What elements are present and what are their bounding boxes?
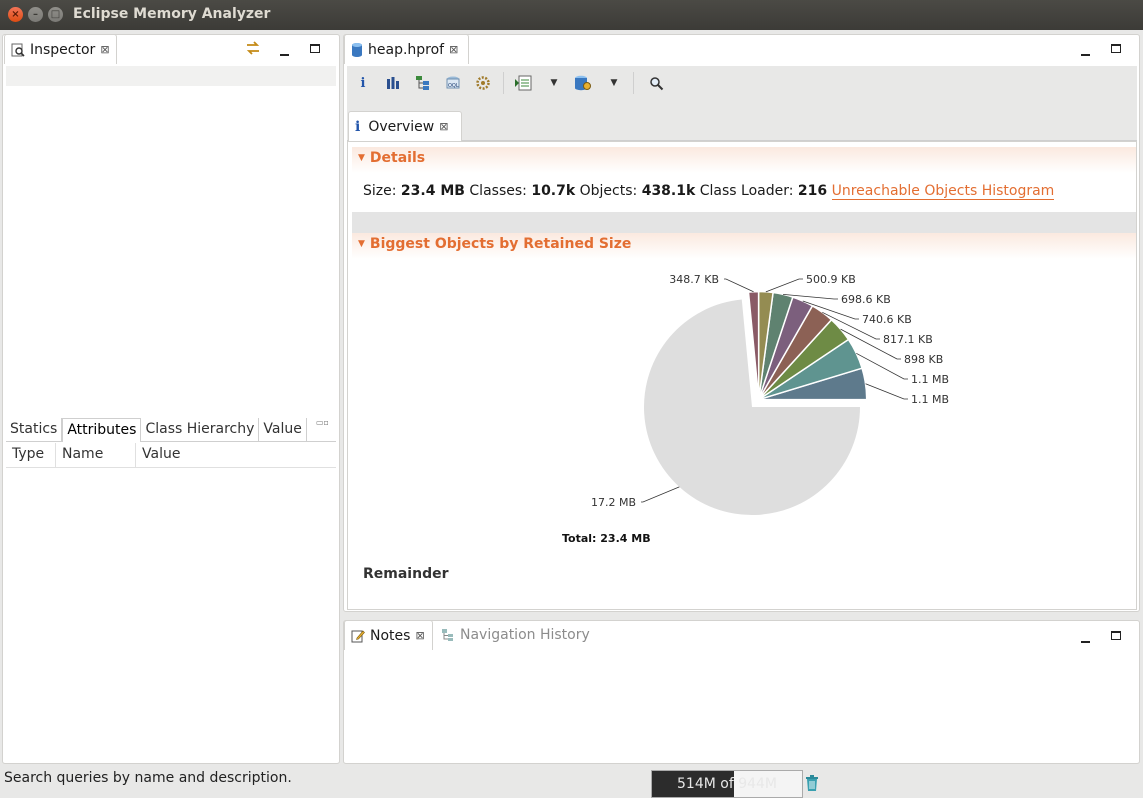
- pie-slice-label: 17.2 MB: [591, 496, 636, 509]
- dominator-tree-icon[interactable]: [414, 74, 432, 92]
- inspector-subtabs: Statics Attributes Class Hierarchy Value: [6, 418, 336, 442]
- toolbar-separator: [633, 72, 634, 94]
- column-header-name[interactable]: Name: [56, 443, 136, 467]
- dropdown-arrow-icon[interactable]: ▼: [545, 74, 563, 92]
- details-summary: Size: 23.4 MB Classes: 10.7k Objects: 43…: [363, 183, 1055, 200]
- notes-text-area[interactable]: [345, 651, 1138, 762]
- minimize-editor-button[interactable]: [1081, 45, 1090, 59]
- toolbar-separator: [503, 72, 504, 94]
- navigation-history-icon: [442, 629, 453, 641]
- classes-value: 10.7k: [531, 183, 576, 199]
- pie-slice[interactable]: [747, 290, 760, 400]
- search-icon[interactable]: [647, 74, 665, 92]
- class-loader-label: Class Loader:: [699, 183, 794, 199]
- info-icon[interactable]: i: [354, 74, 372, 92]
- subtab-attributes[interactable]: Attributes: [62, 418, 142, 442]
- heap-usage-label: 514M of 944M: [677, 776, 777, 792]
- size-label: Size:: [363, 183, 397, 199]
- column-header-type[interactable]: Type: [6, 443, 56, 467]
- tab-notes-label: Notes: [370, 627, 411, 644]
- expand-arrow-icon: ▼: [358, 239, 365, 249]
- maximize-window-button[interactable]: □: [48, 7, 63, 22]
- maximize-editor-button[interactable]: [1111, 42, 1121, 56]
- close-tab-icon[interactable]: ⊠: [449, 43, 458, 56]
- biggest-objects-header-label: Biggest Objects by Retained Size: [369, 236, 632, 252]
- thread-overview-icon[interactable]: [474, 74, 492, 92]
- query-browser-icon[interactable]: [574, 74, 592, 92]
- oql-icon[interactable]: OQL: [444, 74, 462, 92]
- tab-inspector[interactable]: Inspector ⊠: [4, 34, 117, 64]
- window-title: Eclipse Memory Analyzer: [73, 6, 271, 22]
- pie-slice-label: 348.7 KB: [669, 273, 719, 286]
- pie-leader-line: [641, 486, 680, 503]
- reports-icon[interactable]: [514, 74, 532, 92]
- pie-leader-line: [724, 278, 754, 293]
- pie-slice-label: 898 KB: [904, 353, 943, 366]
- section-divider: [352, 212, 1136, 233]
- pie-slice-label: 500.9 KB: [806, 273, 856, 286]
- minimize-view-button[interactable]: [280, 45, 289, 59]
- pie-leader-line: [865, 383, 908, 400]
- pie-slice-label: 1.1 MB: [911, 393, 949, 406]
- close-tab-icon[interactable]: ⊠: [439, 120, 448, 133]
- pie-slice-label: 1.1 MB: [911, 373, 949, 386]
- link-with-editor-icon[interactable]: [245, 40, 261, 56]
- title-bar: × – □ Eclipse Memory Analyzer: [0, 0, 1143, 30]
- remainder-label: Remainder: [363, 566, 449, 582]
- subtab-min-max-icon[interactable]: ▭▫: [316, 418, 329, 427]
- editor-toolbar: [347, 66, 1137, 108]
- close-tab-icon[interactable]: ⊠: [415, 629, 424, 642]
- objects-value: 438.1k: [641, 183, 696, 199]
- unreachable-objects-histogram-link[interactable]: Unreachable Objects Histogram: [831, 183, 1055, 200]
- subtab-statics[interactable]: Statics: [6, 418, 63, 442]
- classes-label: Classes:: [469, 183, 527, 199]
- column-header-divider: [6, 467, 336, 468]
- pie-leader-line: [765, 278, 803, 293]
- inspector-header-strip: [6, 66, 336, 86]
- subtab-class-hierarchy[interactable]: Class Hierarchy: [141, 418, 260, 442]
- tab-navigation-history[interactable]: Navigation History: [435, 620, 605, 650]
- database-icon: [352, 42, 362, 57]
- pie-slice-label: 698.6 KB: [841, 293, 891, 306]
- info-icon: i: [355, 118, 361, 135]
- dropdown-arrow-icon[interactable]: ▼: [605, 74, 623, 92]
- maximize-notes-button[interactable]: [1111, 629, 1121, 643]
- maximize-view-button[interactable]: [310, 42, 320, 56]
- expand-arrow-icon: ▼: [358, 153, 365, 163]
- inspector-panel: [2, 34, 340, 764]
- tab-heap-hprof[interactable]: heap.hprof ⊠: [344, 34, 469, 64]
- minimize-window-button[interactable]: –: [28, 7, 43, 22]
- details-header-label: Details: [369, 150, 426, 166]
- overview-tab-strip: [347, 108, 1137, 141]
- tab-heap-hprof-label: heap.hprof: [368, 41, 445, 58]
- tab-inspector-label: Inspector: [30, 41, 96, 58]
- minimize-notes-button[interactable]: [1081, 632, 1090, 646]
- inspector-icon: [11, 43, 25, 57]
- pie-total-label: Total: 23.4 MB: [562, 532, 651, 545]
- close-tab-icon[interactable]: ⊠: [100, 43, 109, 56]
- close-window-button[interactable]: ×: [8, 7, 23, 22]
- tab-notes[interactable]: Notes ⊠: [344, 620, 433, 650]
- subtab-value[interactable]: Value: [259, 418, 307, 442]
- histogram-icon[interactable]: [384, 74, 402, 92]
- size-value: 23.4 MB: [400, 183, 465, 199]
- pie-slice-label: 740.6 KB: [862, 313, 912, 326]
- tab-overview[interactable]: i Overview ⊠: [348, 111, 462, 141]
- status-hint: Search queries by name and description.: [4, 770, 292, 786]
- class-loader-value: 216: [797, 183, 828, 199]
- biggest-objects-pie-chart: 1.1 MB 1.1 MB 898 KB 817.1 KB 740.6 KB 698.6 …: [562, 273, 949, 545]
- status-bar: Search queries by name and description. …: [0, 766, 1143, 798]
- heap-status[interactable]: 514M of 944M: [651, 770, 803, 798]
- column-header-value[interactable]: Value: [136, 443, 336, 467]
- details-section-header[interactable]: ▼ Details: [352, 147, 1136, 173]
- biggest-objects-section-header[interactable]: ▼ Biggest Objects by Retained Size: [352, 233, 1136, 259]
- notes-icon: [351, 630, 365, 642]
- objects-label: Objects:: [579, 183, 638, 199]
- trash-icon[interactable]: [805, 775, 819, 792]
- tab-navigation-history-label: Navigation History: [460, 627, 590, 643]
- svg-text:OQL: OQL: [448, 83, 459, 89]
- tab-overview-label: Overview: [368, 118, 435, 135]
- pie-slice-label: 817.1 KB: [883, 333, 933, 346]
